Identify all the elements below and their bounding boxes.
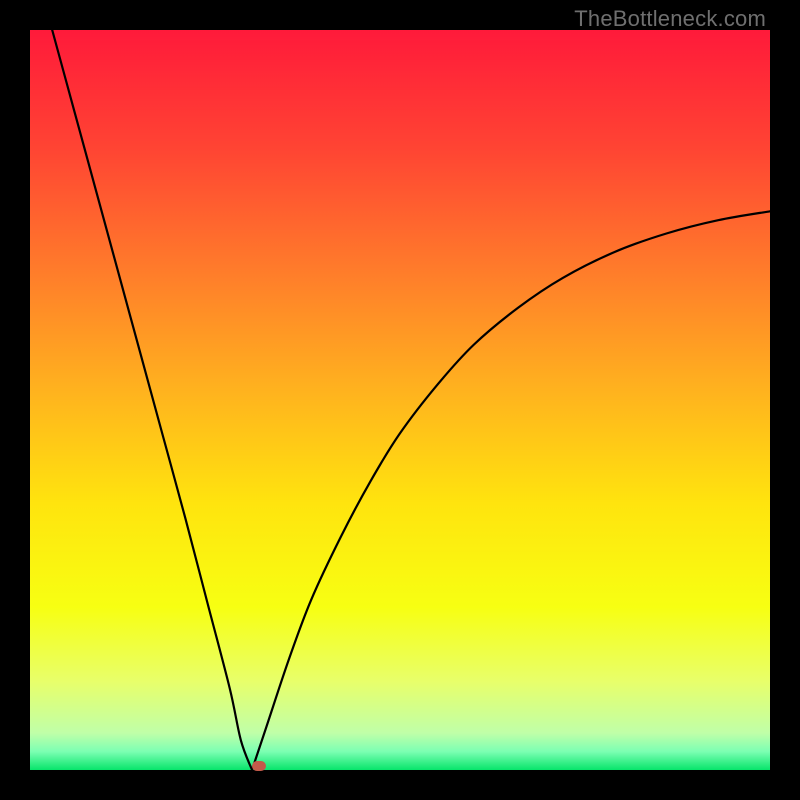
watermark-text: TheBottleneck.com	[574, 6, 766, 32]
chart-frame	[30, 30, 770, 770]
chart-curve	[30, 30, 770, 770]
